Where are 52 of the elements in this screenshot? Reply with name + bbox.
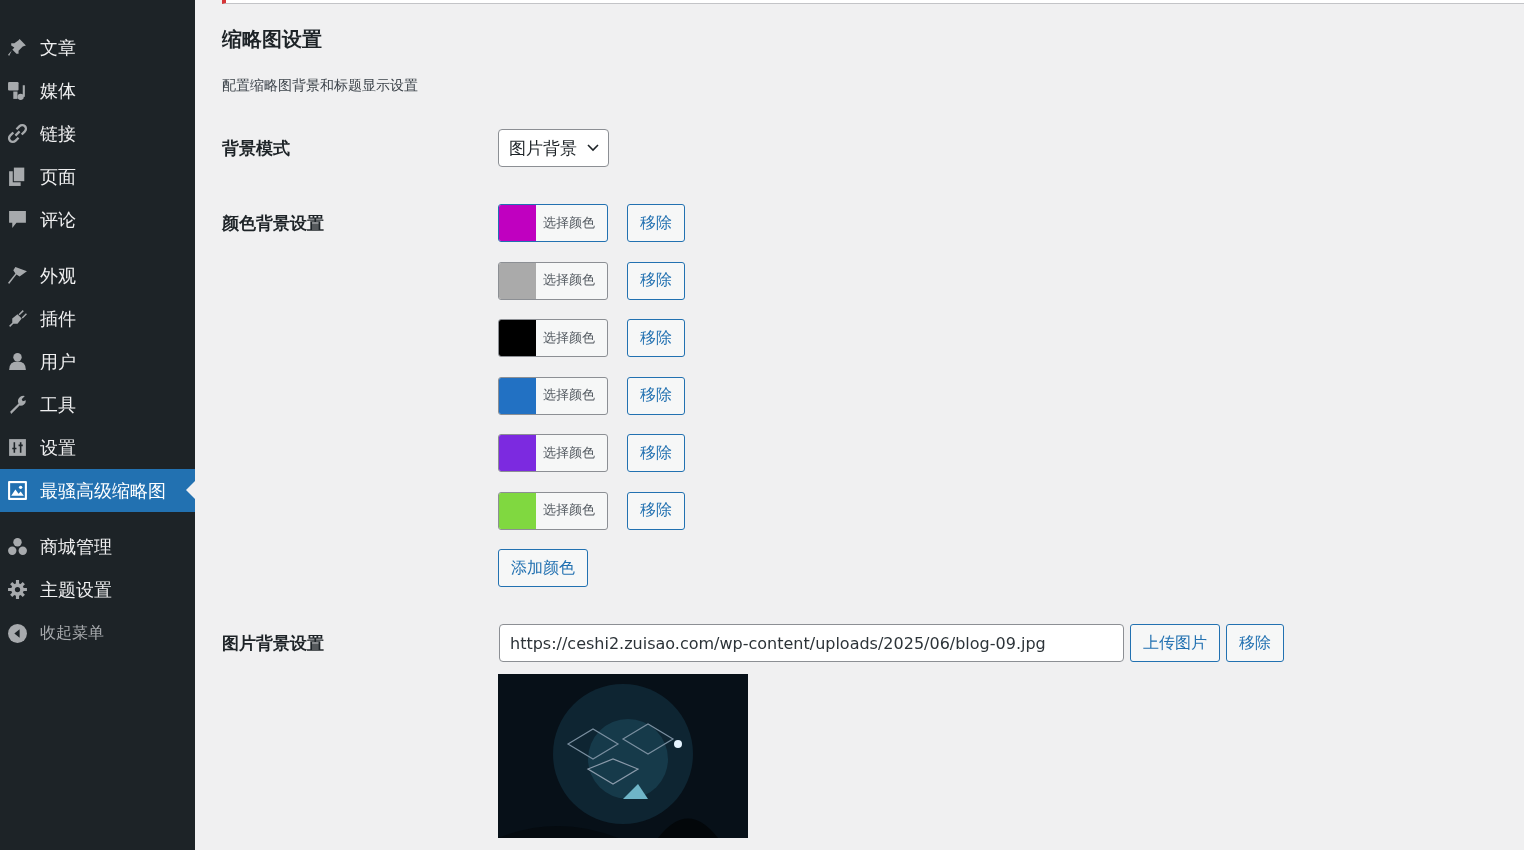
collapse-icon — [7, 623, 28, 644]
page-description: 配置缩略图背景和标题显示设置 — [222, 77, 419, 95]
menu-item[interactable]: 外观 — [0, 254, 195, 297]
page-title: 缩略图设置 — [222, 26, 323, 53]
paintbrush-icon — [7, 265, 28, 286]
current-item-pointer — [186, 481, 195, 499]
color-picker-button[interactable]: 选择颜色 — [498, 204, 608, 242]
remove-button[interactable]: 移除 — [627, 204, 685, 242]
wrench-icon — [7, 394, 28, 415]
menu-item[interactable]: 文章 — [0, 26, 195, 69]
menu-item[interactable]: 页面 — [0, 155, 195, 198]
mode-select[interactable]: 图片背景 — [498, 129, 609, 167]
color-picker-button[interactable]: 选择颜色 — [498, 319, 608, 357]
user-icon — [7, 351, 28, 372]
field-label: 背景模式 — [222, 136, 291, 160]
menu-item[interactable]: 设置 — [0, 426, 195, 469]
menu-item[interactable]: 评论 — [0, 198, 195, 241]
remove-button[interactable]: 移除 — [1226, 624, 1284, 662]
remove-button[interactable]: 移除 — [627, 376, 685, 415]
collapse-menu-button[interactable]: 收起菜单 — [0, 612, 195, 655]
menu-item[interactable]: 主题设置 — [0, 568, 195, 611]
color-picker-button[interactable]: 选择颜色 — [498, 491, 608, 530]
field-label: 颜色背景设置 — [222, 212, 325, 235]
remove-button[interactable]: 移除 — [627, 319, 685, 357]
remove-button[interactable]: 移除 — [627, 434, 685, 472]
remove-button[interactable]: 移除 — [627, 491, 685, 530]
menu-item[interactable]: 插件 — [0, 297, 195, 340]
media-icon — [7, 80, 28, 101]
plug-icon — [7, 308, 28, 329]
add-color-button[interactable]: 添加颜色 — [498, 549, 588, 587]
link-icon — [7, 123, 28, 144]
menu-item[interactable]: 用户 — [0, 340, 195, 383]
menu-item[interactable]: 媒体 — [0, 69, 195, 112]
menu-item[interactable]: 商城管理 — [0, 525, 195, 568]
pages-icon — [7, 166, 28, 187]
three-circles-icon — [7, 536, 28, 557]
color-picker-button[interactable]: 选择颜色 — [498, 261, 608, 300]
remove-button[interactable]: 移除 — [627, 261, 685, 300]
color-picker-button[interactable]: 选择颜色 — [498, 376, 608, 415]
menu-item[interactable]: 链接 — [0, 112, 195, 155]
pin-icon — [7, 37, 28, 58]
menu-item[interactable]: 最骚高级缩略图 — [0, 469, 195, 512]
image-icon — [7, 480, 28, 501]
speech-bubble-icon — [7, 209, 28, 230]
upload-button[interactable]: 上传图片 — [1130, 624, 1220, 662]
field-label: 图片背景设置 — [222, 632, 325, 655]
sliders-icon — [7, 437, 28, 458]
menu-item[interactable]: 工具 — [0, 383, 195, 426]
color-picker-button[interactable]: 选择颜色 — [498, 434, 608, 472]
gear-icon — [7, 579, 28, 600]
caret-icon — [587, 144, 599, 152]
image-url-field[interactable]: https://ceshi2.zuisao.com/wp-content/uploads/2025/06/blog-09.jpg — [499, 624, 1124, 662]
